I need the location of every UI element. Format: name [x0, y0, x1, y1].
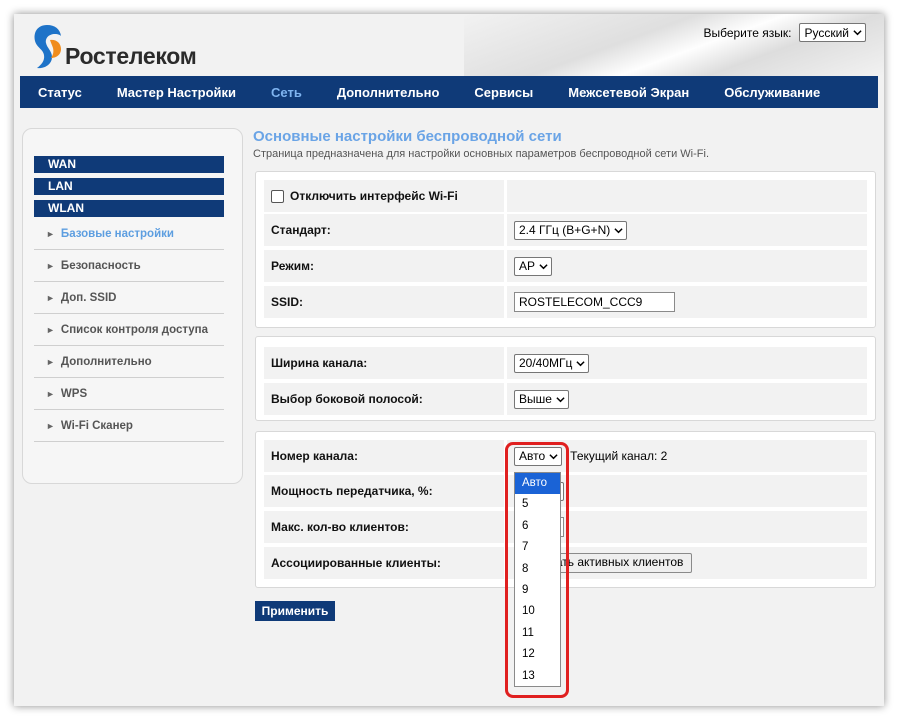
row-channel-width: Ширина канала: 20/40МГц	[264, 347, 867, 379]
rostelecom-logo-icon	[34, 25, 61, 69]
channel-number-label: Номер канала:	[264, 440, 504, 472]
tx-power-label: Мощность передатчика, %:	[264, 475, 504, 507]
sidebar-item-label: WPS	[60, 387, 88, 400]
empty-cell	[507, 180, 867, 212]
standard-cell: 2.4 ГГц (B+G+N)	[507, 214, 867, 246]
row-standard: Стандарт: 2.4 ГГц (B+G+N)	[264, 214, 867, 246]
standard-value: 2.4 ГГц (B+G+N)	[519, 223, 611, 237]
ssid-cell: ROSTELECOM_CCC9	[507, 286, 867, 318]
sidebar-item-extra-ssid[interactable]: ► Доп. SSID	[34, 282, 224, 314]
standard-select[interactable]: 2.4 ГГц (B+G+N)	[514, 220, 628, 240]
sidebar-item-label: Безопасность	[60, 259, 141, 272]
disable-wifi-checkbox[interactable]	[271, 189, 284, 203]
channel-width-select[interactable]: 20/40МГц	[514, 353, 590, 373]
sidebar-item-wps[interactable]: ► WPS	[34, 378, 224, 410]
sidebar-item-label: Доп. SSID	[60, 291, 117, 304]
chevron-down-icon	[539, 263, 548, 269]
main-nav: Статус Мастер Настройки Сеть Дополнитель…	[20, 76, 878, 108]
page-description: Страница предназначена для настройки осн…	[253, 148, 709, 160]
nav-firewall[interactable]: Межсетевой Экран	[550, 85, 706, 100]
panel-basic: Отключить интерфейс Wi-Fi Стандарт: 2.4 …	[255, 171, 876, 328]
sideband-select[interactable]: Выше	[514, 389, 569, 409]
mode-label: Режим:	[264, 250, 504, 282]
page-title: Основные настройки беспроводной сети	[253, 128, 562, 145]
browser-frame: Ростелеком Выберите язык: Русский Статус…	[14, 14, 884, 706]
assoc-clients-label: Ассоциированные клиенты:	[264, 547, 504, 579]
sidebar-item-label: Wi-Fi Сканер	[60, 419, 133, 432]
chevron-down-icon	[556, 396, 565, 402]
sideband-cell: Выше	[507, 383, 867, 415]
current-channel-text: Текущий канал: 2	[570, 449, 668, 463]
sidebar-item-basic[interactable]: ► Базовые настройки	[34, 218, 224, 250]
logo-text: Ростелеком	[65, 43, 197, 69]
sidebar-item-label: Дополнительно	[60, 355, 152, 368]
mode-select[interactable]: AP	[514, 256, 553, 276]
sidebar-item-acl[interactable]: ► Список контроля доступа	[34, 314, 224, 346]
sidebar: WAN LAN WLAN ► Базовые настройки ► Безопас…	[22, 128, 243, 484]
panel-channel-width: Ширина канала: 20/40МГц Выбор боковой по…	[255, 336, 876, 421]
apply-button[interactable]: Применить	[255, 601, 335, 621]
disable-wifi-cell: Отключить интерфейс Wi-Fi	[264, 180, 504, 212]
bullet-icon: ►	[46, 388, 55, 399]
nav-services[interactable]: Сервисы	[456, 85, 550, 100]
sidebar-item-advanced[interactable]: ► Дополнительно	[34, 346, 224, 378]
chevron-down-icon	[853, 30, 862, 36]
nav-status[interactable]: Статус	[20, 85, 99, 100]
mode-cell: AP	[507, 250, 867, 282]
channel-width-cell: 20/40МГц	[507, 347, 867, 379]
channel-width-value: 20/40МГц	[519, 356, 573, 370]
chevron-down-icon	[614, 227, 623, 233]
standard-label: Стандарт:	[264, 214, 504, 246]
sidebar-item-label: Список контроля доступа	[60, 323, 209, 336]
max-clients-label: Макс. кол-во клиентов:	[264, 511, 504, 543]
sidebar-group-lan[interactable]: LAN	[34, 178, 224, 195]
sideband-label: Выбор боковой полосой:	[264, 383, 504, 415]
nav-network[interactable]: Сеть	[253, 85, 319, 100]
bullet-icon: ►	[46, 292, 55, 303]
bullet-icon: ►	[46, 420, 55, 431]
bullet-icon: ►	[46, 356, 55, 367]
bullet-icon: ►	[46, 324, 55, 335]
row-sideband: Выбор боковой полосой: Выше	[264, 383, 867, 415]
bullet-icon: ►	[46, 260, 55, 271]
bullet-icon: ►	[46, 228, 55, 239]
language-select[interactable]: Русский	[799, 23, 866, 42]
chevron-down-icon	[576, 360, 586, 366]
nav-maintenance[interactable]: Обслуживание	[706, 85, 837, 100]
sidebar-item-label: Базовые настройки	[60, 227, 174, 240]
ssid-input[interactable]: ROSTELECOM_CCC9	[514, 292, 675, 312]
mode-value: AP	[519, 259, 536, 273]
sidebar-item-security[interactable]: ► Безопасность	[34, 250, 224, 282]
nav-wizard[interactable]: Мастер Настройки	[99, 85, 253, 100]
language-value: Русский	[804, 25, 849, 40]
row-disable-wifi: Отключить интерфейс Wi-Fi	[264, 180, 867, 212]
disable-wifi-label: Отключить интерфейс Wi-Fi	[290, 189, 458, 203]
row-mode: Режим: AP	[264, 250, 867, 282]
nav-advanced[interactable]: Дополнительно	[319, 85, 457, 100]
sideband-value: Выше	[519, 392, 552, 406]
sidebar-group-wan[interactable]: WAN	[34, 156, 224, 173]
language-selector: Выберите язык: Русский	[703, 23, 866, 42]
highlight-box	[505, 442, 569, 698]
language-label: Выберите язык:	[703, 25, 792, 40]
sidebar-group-wlan[interactable]: WLAN	[34, 200, 224, 217]
row-ssid: SSID: ROSTELECOM_CCC9	[264, 286, 867, 318]
sidebar-item-wifi-scanner[interactable]: ► Wi-Fi Сканер	[34, 410, 224, 442]
ssid-label: SSID:	[264, 286, 504, 318]
channel-width-label: Ширина канала:	[264, 347, 504, 379]
